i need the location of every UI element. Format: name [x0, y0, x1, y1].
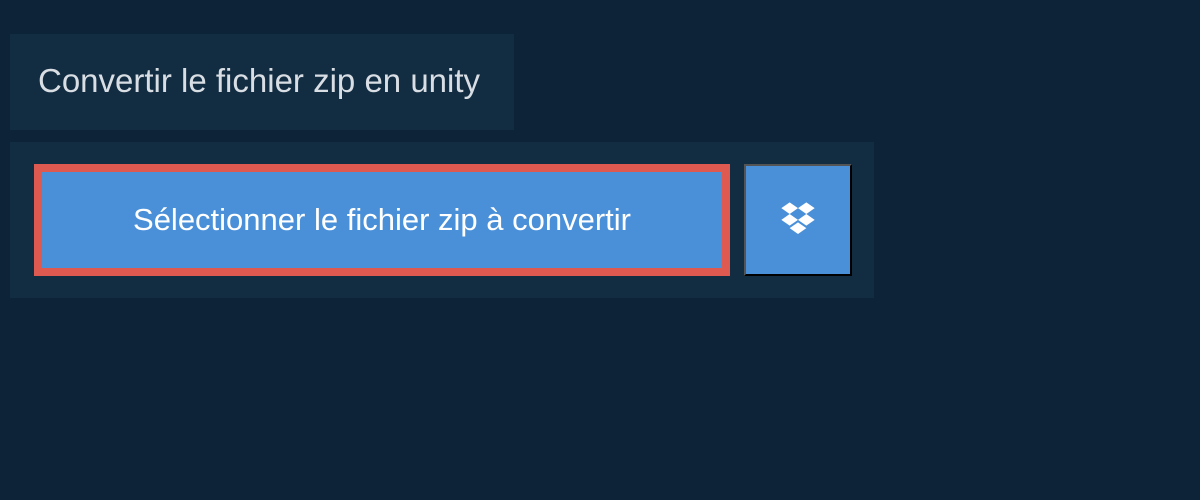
- page-title: Convertir le fichier zip en unity: [38, 62, 480, 100]
- select-file-label: Sélectionner le fichier zip à convertir: [133, 202, 631, 238]
- select-file-button[interactable]: Sélectionner le fichier zip à convertir: [34, 164, 730, 276]
- page-header: Convertir le fichier zip en unity: [10, 34, 514, 130]
- dropbox-icon: [778, 199, 818, 242]
- upload-panel: Sélectionner le fichier zip à convertir: [10, 142, 874, 298]
- dropbox-button[interactable]: [744, 164, 852, 276]
